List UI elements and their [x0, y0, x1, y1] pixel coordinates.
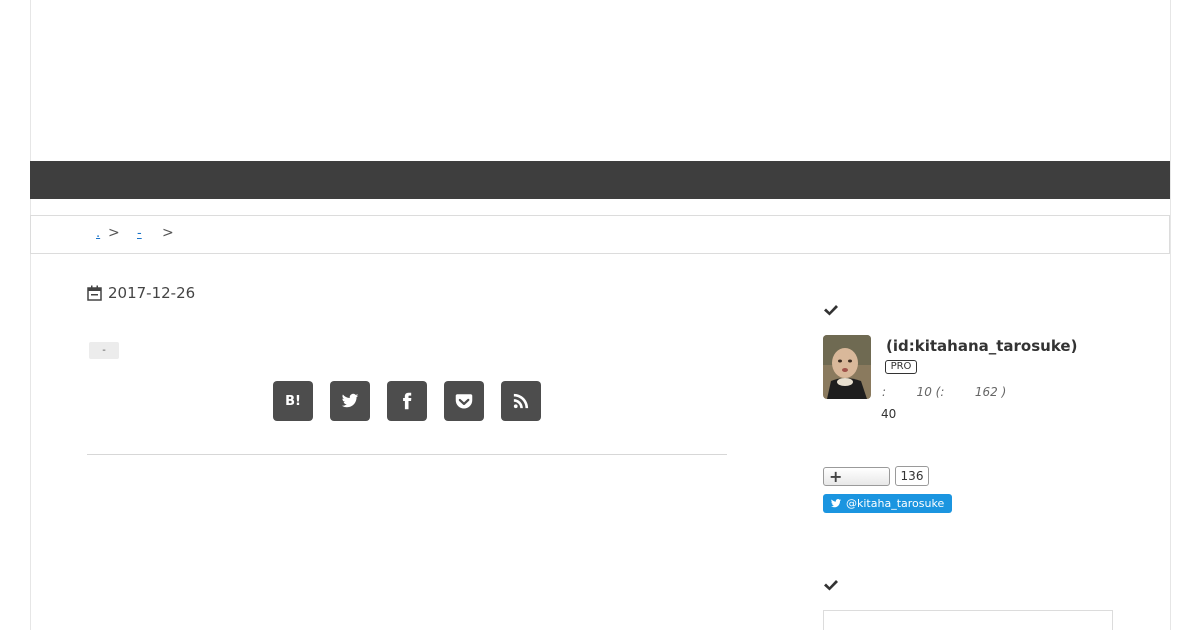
- avatar[interactable]: [823, 335, 871, 399]
- profile-stats: : 10 (: 162 ): [882, 385, 1007, 399]
- sidebar-widget-box: [823, 610, 1113, 630]
- avatar-photo: [823, 335, 871, 399]
- section-heading-search: [823, 577, 839, 591]
- article-date: 2017-12-26: [87, 283, 195, 303]
- follower-count: 136: [895, 466, 929, 486]
- article-divider: [87, 454, 727, 455]
- calendar-icon: [87, 285, 102, 301]
- facebook-share-button[interactable]: [387, 381, 427, 421]
- breadcrumb: . > - >: [30, 215, 1170, 254]
- hatena-bookmark-button[interactable]: B!: [273, 381, 313, 421]
- date-text: 2017-12-26: [108, 284, 196, 302]
- profile-stats-sub: 40: [881, 407, 897, 421]
- blog-header: [30, 0, 1170, 161]
- twitter-follow-button[interactable]: @kitaha_tarosuke: [823, 494, 952, 513]
- facebook-icon: [403, 392, 412, 410]
- twitter-icon: [341, 393, 359, 408]
- hatena-bookmark-icon: B!: [285, 393, 301, 409]
- twitter-share-button[interactable]: [330, 381, 370, 421]
- breadcrumb-separator: >: [162, 225, 174, 241]
- checkmark-icon: [824, 580, 838, 591]
- rss-icon: [513, 393, 529, 409]
- follow-button[interactable]: +: [823, 467, 890, 486]
- global-nav-bar: [30, 161, 1170, 199]
- checkmark-icon: [824, 305, 838, 316]
- plus-icon: +: [829, 467, 843, 486]
- pro-badge: PRO: [885, 360, 917, 374]
- pocket-share-button[interactable]: [444, 381, 484, 421]
- category-tag[interactable]: -: [89, 342, 119, 359]
- rss-button[interactable]: [501, 381, 541, 421]
- breadcrumb-category-link[interactable]: -: [129, 226, 150, 241]
- section-heading-profile: [823, 302, 839, 316]
- breadcrumb-separator: >: [108, 225, 120, 241]
- pocket-icon: [455, 394, 473, 409]
- share-buttons: B!: [273, 381, 541, 421]
- twitter-handle: @kitaha_tarosuke: [846, 497, 945, 510]
- breadcrumb-home-link[interactable]: .: [96, 226, 100, 241]
- profile-id[interactable]: (id:kitahana_tarosuke): [886, 337, 1077, 355]
- twitter-icon: [830, 499, 842, 508]
